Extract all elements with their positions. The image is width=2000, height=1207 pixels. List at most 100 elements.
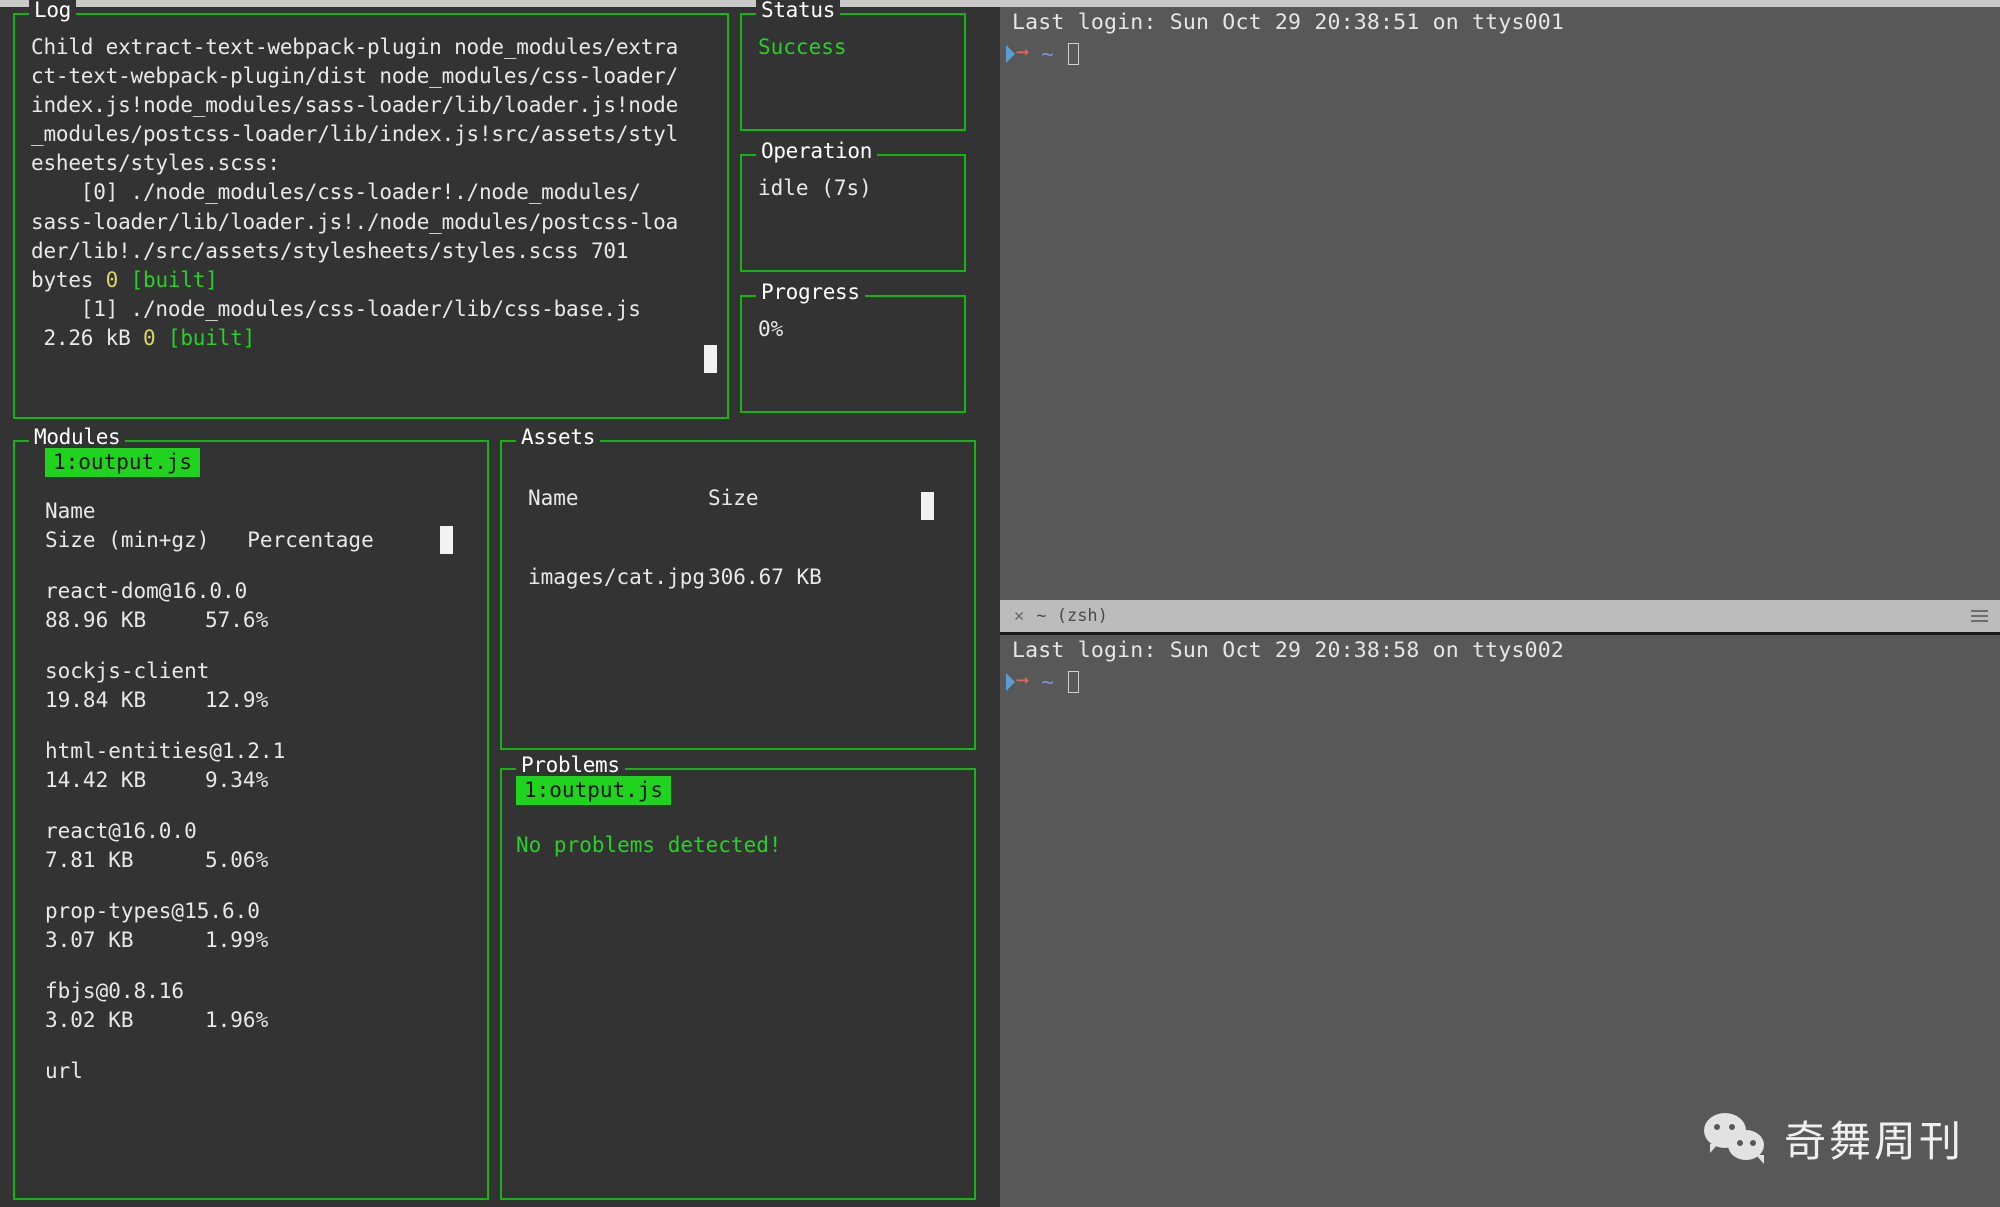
module-name: prop-types@15.6.0 — [45, 899, 260, 923]
assets-table: Name Size images/cat.jpg 306.67 KB — [502, 484, 974, 592]
terminal-prompt-2[interactable]: ➞ ~ — [1000, 666, 2000, 697]
log-line: [1] ./node_modules/css-loader/lib/css-ba… — [31, 296, 641, 321]
module-size: 88.96 KB — [45, 608, 147, 632]
prompt-arrow-icon: ➞ — [1016, 40, 1030, 66]
modules-scrollbar-thumb[interactable] — [440, 526, 453, 554]
terminal-pane-top[interactable]: Last login: Sun Oct 29 20:38:51 on ttys0… — [1000, 7, 2000, 600]
operation-content: idle (7s) — [742, 156, 964, 270]
assets-row[interactable]: images/cat.jpg 306.67 KB — [528, 563, 974, 592]
prompt-path-2: ~ — [1041, 669, 1054, 694]
screen-root: Log Child extract-text-webpack-plugin no… — [0, 0, 2000, 1207]
status-content: Success — [742, 15, 964, 129]
modules-header-name: Name — [45, 499, 96, 523]
log-line: sass-loader/lib/loader.js!./node_modules… — [31, 209, 679, 234]
wechat-logo-icon — [1703, 1112, 1768, 1165]
modules-row-list: react-dom@16.0.0 88.96 KB 57.6% sockjs-clie… — [45, 577, 487, 1086]
assets-header-size: Size — [708, 486, 759, 510]
terminal-window-topbar — [1000, 0, 2000, 7]
terminal-cursor-1 — [1067, 42, 1079, 65]
log-line: 2.26 kB 0 [built] — [31, 325, 256, 350]
status-panel-title: Status — [756, 0, 841, 21]
terminal-pane-divider[interactable]: ✕ ~ (zsh) — [1000, 600, 2000, 635]
log-line: ct-text-webpack-plugin/dist node_modules… — [31, 64, 679, 89]
operation-panel: Operation idle (7s) — [740, 141, 966, 272]
modules-row[interactable]: react-dom@16.0.0 88.96 KB 57.6% — [45, 577, 487, 635]
watermark-text: 奇舞周刊 — [1783, 1117, 1964, 1166]
modules-row[interactable]: sockjs-client 19.84 KB 12.9% — [45, 657, 487, 715]
operation-panel-title: Operation — [756, 141, 878, 162]
log-line: [0] ./node_modules/css-loader!./node_mod… — [31, 180, 641, 205]
assets-panel: Assets Name Size images/cat.jpg 306.67 KB — [500, 427, 976, 750]
hamburger-menu-icon[interactable] — [1971, 610, 1988, 622]
modules-panel: Modules 1:output.js Name Size (min+gz) P… — [13, 427, 489, 1200]
assets-header-name: Name — [528, 486, 579, 510]
progress-panel-title: Progress — [756, 282, 865, 303]
module-percentage: 1.96% — [205, 1008, 269, 1032]
modules-bundle-tab[interactable]: 1:output.js — [45, 448, 201, 477]
terminal-prompt-1[interactable]: ➞ ~ — [1000, 38, 2000, 69]
status-panel: Status Success — [740, 0, 966, 131]
module-size: 3.02 KB — [45, 1008, 134, 1032]
terminal-pane-title: ~ (zsh) — [1036, 606, 1108, 626]
module-percentage: 5.06% — [205, 848, 269, 872]
problems-panel-title: Problems — [516, 755, 625, 776]
assets-table-header: Name Size — [528, 484, 974, 513]
module-name: sockjs-client — [45, 659, 210, 683]
modules-row[interactable]: prop-types@15.6.0 3.07 KB 1.99% — [45, 897, 487, 955]
asset-size: 306.67 KB — [708, 565, 822, 589]
powerline-arrow-icon — [1006, 44, 1015, 63]
module-metrics: 19.84 KB 12.9% — [45, 686, 487, 715]
assets-row-list: images/cat.jpg 306.67 KB — [528, 563, 974, 592]
modules-header-columns: Size (min+gz) Percentage — [45, 528, 374, 552]
modules-row[interactable]: fbjs@0.8.16 3.02 KB 1.96% — [45, 977, 487, 1035]
log-content: Child extract-text-webpack-plugin node_m… — [15, 15, 727, 417]
assets-scrollbar-thumb[interactable] — [921, 492, 934, 520]
module-metrics: 3.02 KB 1.96% — [45, 1006, 487, 1035]
modules-row[interactable]: url — [45, 1057, 487, 1086]
modules-table: Name Size (min+gz) Percentage react-dom@… — [15, 497, 487, 1086]
problems-message: No problems detected! — [516, 833, 782, 857]
progress-panel: Progress 0% — [740, 282, 966, 413]
module-metrics: 88.96 KB 57.6% — [45, 606, 487, 635]
log-line: bytes 0 [built] — [31, 267, 218, 292]
log-line: esheets/styles.scss: — [31, 151, 280, 176]
prompt-arrow-icon: ➞ — [1016, 668, 1030, 694]
log-panel: Log Child extract-text-webpack-plugin no… — [13, 0, 729, 419]
module-name: fbjs@0.8.16 — [45, 979, 185, 1003]
close-icon[interactable]: ✕ — [1014, 606, 1024, 626]
log-line: der/lib!./src/assets/stylesheets/styles.… — [31, 238, 629, 263]
terminal-last-login-line-1: Last login: Sun Oct 29 20:38:51 on ttys0… — [1012, 10, 1565, 35]
progress-value: 0% — [758, 317, 784, 341]
log-line: _modules/postcss-loader/lib/index.js!src… — [31, 122, 679, 147]
module-percentage: 57.6% — [205, 608, 269, 632]
module-size: 19.84 KB — [45, 688, 147, 712]
status-value: Success — [758, 35, 847, 59]
module-name: url — [45, 1059, 83, 1083]
module-metrics: 3.07 KB 1.99% — [45, 926, 487, 955]
modules-row[interactable]: html-entities@1.2.1 14.42 KB 9.34% — [45, 737, 487, 795]
module-metrics: 7.81 KB 5.06% — [45, 846, 487, 875]
terminal-last-login-line-2: Last login: Sun Oct 29 20:38:58 on ttys0… — [1012, 638, 1565, 663]
modules-panel-title: Modules — [29, 427, 126, 448]
wechat-watermark: 奇舞周刊 — [1703, 1108, 1964, 1169]
module-percentage: 9.34% — [205, 768, 269, 792]
module-percentage: 12.9% — [205, 688, 269, 712]
dashboard-window-topbar — [0, 0, 1000, 7]
progress-content: 0% — [742, 297, 964, 411]
module-size: 3.07 KB — [45, 928, 134, 952]
terminal-cursor-2 — [1067, 670, 1079, 693]
module-size: 7.81 KB — [45, 848, 134, 872]
problems-bundle-tab[interactable]: 1:output.js — [516, 776, 672, 805]
powerline-arrow-icon — [1006, 672, 1015, 691]
modules-row[interactable]: react@16.0.0 7.81 KB 5.06% — [45, 817, 487, 875]
webpack-dashboard: Log Child extract-text-webpack-plugin no… — [0, 0, 1000, 1207]
operation-value: idle (7s) — [758, 176, 872, 200]
log-scrollbar-thumb[interactable] — [704, 345, 717, 373]
prompt-path-1: ~ — [1041, 41, 1054, 66]
module-name: react@16.0.0 — [45, 819, 197, 843]
module-name: react-dom@16.0.0 — [45, 579, 248, 603]
assets-panel-title: Assets — [516, 427, 601, 448]
problems-panel: Problems 1:output.js No problems detecte… — [500, 755, 976, 1200]
module-name: html-entities@1.2.1 — [45, 739, 286, 763]
log-line: Child extract-text-webpack-plugin node_m… — [31, 35, 679, 59]
